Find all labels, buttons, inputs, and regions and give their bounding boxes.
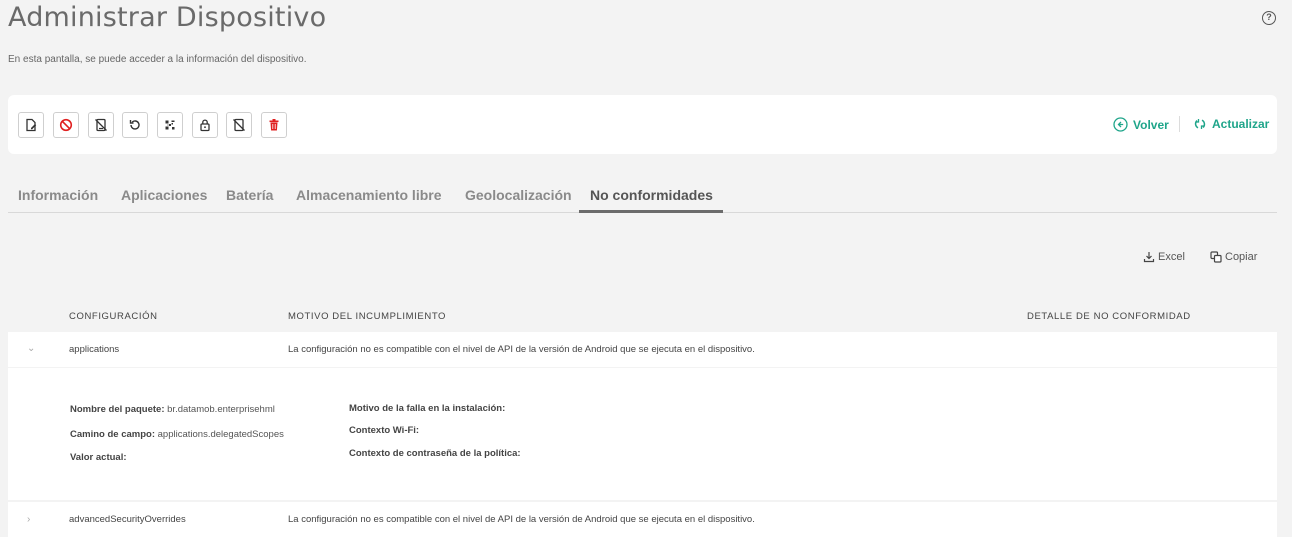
device-wipe-button[interactable] <box>226 112 252 138</box>
tab-almacenamiento-libre[interactable]: Almacenamiento libre <box>296 187 442 203</box>
row-motivo: La configuración no es compatible con el… <box>288 514 755 525</box>
block-icon <box>59 118 73 132</box>
qr-code-button[interactable] <box>157 112 183 138</box>
chevron-down-icon[interactable]: ⌄ <box>27 343 35 354</box>
back-label: Volver <box>1133 117 1169 132</box>
edit-button[interactable] <box>18 112 44 138</box>
back-circle-icon <box>1113 117 1128 132</box>
row-motivo: La configuración no es compatible con el… <box>288 344 755 355</box>
page-subtitle: En esta pantalla, se puede acceder a la … <box>8 54 307 65</box>
download-icon <box>1143 252 1155 263</box>
qr-code-icon <box>165 120 175 130</box>
tab-bateria[interactable]: Batería <box>226 187 273 203</box>
table-row[interactable]: › advancedSecurityOverrides La configura… <box>8 502 1277 537</box>
copy-button[interactable]: Copiar <box>1210 251 1257 263</box>
row-configuracion: applications <box>69 344 120 355</box>
tab-aplicaciones[interactable]: Aplicaciones <box>121 187 207 203</box>
tab-no-conformidades[interactable]: No conformidades <box>590 187 713 203</box>
refresh-label: Actualizar <box>1212 117 1270 131</box>
tab-geolocalizacion[interactable]: Geolocalización <box>465 187 572 203</box>
column-header-configuracion[interactable]: CONFIGURACIÓN <box>69 311 158 322</box>
reset-button[interactable] <box>122 112 148 138</box>
detail-install-failure: Motivo de la falla en la instalación: <box>349 403 506 414</box>
chevron-right-icon[interactable]: › <box>27 514 30 525</box>
refresh-icon <box>1194 119 1206 129</box>
lock-icon <box>200 119 210 132</box>
excel-button[interactable]: Excel <box>1143 251 1185 263</box>
trash-icon <box>269 119 279 131</box>
delete-button[interactable] <box>261 112 287 138</box>
edit-icon <box>26 118 37 132</box>
device-off-icon <box>95 118 107 132</box>
block-button[interactable] <box>53 112 79 138</box>
excel-label: Excel <box>1158 251 1185 263</box>
active-tab-indicator <box>579 210 723 213</box>
table-row[interactable]: ⌄ applications La configuración no es co… <box>8 332 1277 367</box>
divider <box>1179 116 1180 132</box>
back-button[interactable]: Volver <box>1113 117 1169 132</box>
device-wipe-icon <box>233 118 245 132</box>
copy-label: Copiar <box>1225 251 1258 263</box>
page-title: Administrar Dispositivo <box>8 2 327 33</box>
detail-package: Nombre del paquete: br.datamob.enterpris… <box>70 404 275 415</box>
column-header-motivo[interactable]: MOTIVO DEL INCUMPLIMIENTO <box>288 311 446 322</box>
device-toolbar: Volver Actualizar <box>8 95 1277 154</box>
reset-icon <box>129 120 140 130</box>
row-detail-panel: Nombre del paquete: br.datamob.enterpris… <box>8 368 1277 500</box>
tab-informacion[interactable]: Información <box>18 187 98 203</box>
help-circle-icon[interactable]: ? <box>1262 11 1276 25</box>
detail-current-value: Valor actual: <box>70 452 127 463</box>
copy-icon <box>1210 251 1222 263</box>
detail-field-path: Camino de campo: applications.delegatedS… <box>70 429 284 440</box>
column-header-detalle[interactable]: DETALLE DE NO CONFORMIDAD <box>1027 311 1191 322</box>
lock-button[interactable] <box>192 112 218 138</box>
refresh-button[interactable]: Actualizar <box>1193 117 1269 131</box>
row-configuracion: advancedSecurityOverrides <box>69 514 186 525</box>
detail-wifi-context: Contexto Wi-Fi: <box>349 425 420 436</box>
detail-password-context: Contexto de contraseña de la política: <box>349 448 521 459</box>
device-off-button[interactable] <box>88 112 114 138</box>
tab-bar: Información Aplicaciones Batería Almacen… <box>8 180 1277 213</box>
